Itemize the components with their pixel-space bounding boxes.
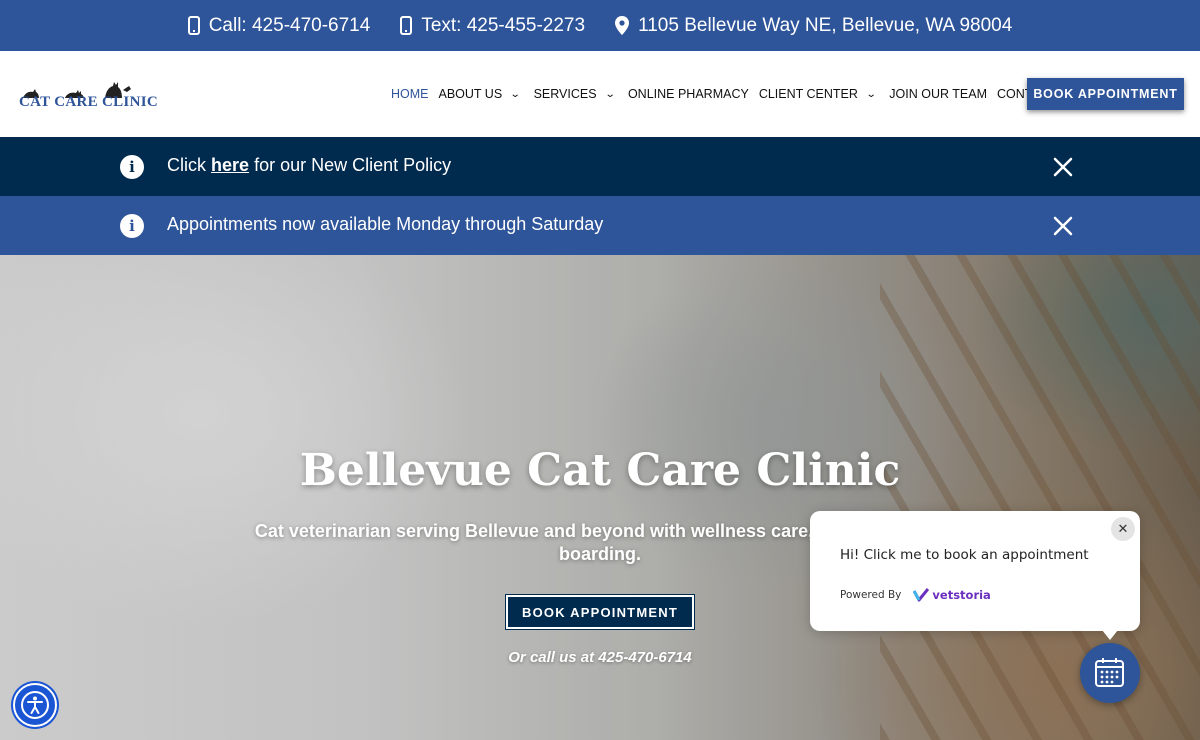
calendar-icon <box>1095 658 1124 687</box>
appointments-alert: i Appointments now available Monday thro… <box>0 196 1200 255</box>
accessibility-button[interactable] <box>13 683 57 727</box>
vetstoria-check-icon <box>913 588 930 602</box>
mobile-icon <box>400 16 413 35</box>
policy-prefix: Click <box>167 155 206 175</box>
nav-pharmacy-label: ONLINE PHARMACY <box>627 87 749 101</box>
clinic-logo[interactable]: CAT CARE CLINIC <box>19 81 159 111</box>
close-icon[interactable] <box>1052 215 1074 237</box>
policy-suffix: for our New Client Policy <box>254 155 452 175</box>
top-contact-bar: Call: 425-470-6714 Text: 425-455-2273 11… <box>0 0 1200 51</box>
info-icon: i <box>120 155 144 179</box>
address-link[interactable]: 1105 Bellevue Way NE, Bellevue, WA 98004 <box>615 15 1012 37</box>
nav-services[interactable]: SERVICES ⌄ <box>534 87 618 101</box>
close-icon[interactable] <box>1052 156 1074 178</box>
text-number: Text: 425-455-2273 <box>421 14 586 36</box>
site-header: CAT CARE CLINIC HOME ABOUT US ⌄ SERVICES ⌄… <box>0 51 1200 137</box>
nav-home[interactable]: HOME <box>391 87 429 101</box>
info-icon: i <box>120 214 144 238</box>
appointments-message: Appointments now available Monday throug… <box>167 214 604 234</box>
chevron-down-icon: ⌄ <box>604 88 616 100</box>
hero-book-appointment-button[interactable]: BOOK APPOINTMENT <box>505 594 695 630</box>
hero-call-text[interactable]: Or call us at 425-470-6714 <box>0 649 1200 666</box>
call-text: Call: 425-470-6714 <box>208 14 371 36</box>
hero-title: Bellevue Cat Care Clinic <box>299 445 901 496</box>
policy-link[interactable]: here <box>211 155 249 175</box>
powered-by: Powered By vetstoria <box>840 588 991 602</box>
map-pin-icon <box>615 16 630 35</box>
chevron-down-icon: ⌄ <box>865 88 877 100</box>
nav-online-pharmacy[interactable]: ONLINE PHARMACY <box>628 87 749 101</box>
nav-home-label: HOME <box>391 87 429 101</box>
nav-services-label: SERVICES <box>533 87 597 101</box>
logo-text: CAT CARE CLINIC <box>19 94 158 110</box>
booking-calendar-button[interactable] <box>1080 643 1140 703</box>
popup-close-icon[interactable]: ✕ <box>1111 517 1135 541</box>
book-appointment-button[interactable]: BOOK APPOINTMENT <box>1027 78 1184 110</box>
main-nav: HOME ABOUT US ⌄ SERVICES ⌄ ONLINE PHARMACY… <box>391 51 1057 137</box>
powered-by-label: Powered By <box>840 589 902 601</box>
booking-chat-popup[interactable]: ✕ Hi! Click me to book an appointment Po… <box>810 511 1140 640</box>
nav-join-label: JOIN OUR TEAM <box>889 87 987 101</box>
nav-client-center-label: CLIENT CENTER <box>758 87 858 101</box>
nav-client-center[interactable]: CLIENT CENTER ⌄ <box>759 87 879 101</box>
hero-section: Bellevue Cat Care Clinic Cat veterinaria… <box>0 255 1200 740</box>
address-text: 1105 Bellevue Way NE, Bellevue, WA 98004 <box>638 14 1013 36</box>
vetstoria-brand: vetstoria <box>932 588 991 602</box>
new-client-policy-alert: i Click here for our New Client Policy <box>0 137 1200 196</box>
text-link[interactable]: Text: 425-455-2273 <box>400 15 585 37</box>
phone-icon <box>187 16 200 35</box>
policy-message: Click here for our New Client Policy <box>167 155 451 176</box>
call-link[interactable]: Call: 425-470-6714 <box>187 14 371 37</box>
popup-message: Hi! Click me to book an appointment <box>840 547 1089 563</box>
chevron-down-icon: ⌄ <box>509 88 521 100</box>
nav-join-our-team[interactable]: JOIN OUR TEAM <box>889 87 987 101</box>
nav-about-label: ABOUT US <box>438 87 503 101</box>
accessibility-icon <box>21 691 49 719</box>
hero-overlay <box>0 255 1200 740</box>
nav-about-us[interactable]: ABOUT US ⌄ <box>439 87 524 101</box>
vetstoria-logo: vetstoria <box>913 588 991 602</box>
